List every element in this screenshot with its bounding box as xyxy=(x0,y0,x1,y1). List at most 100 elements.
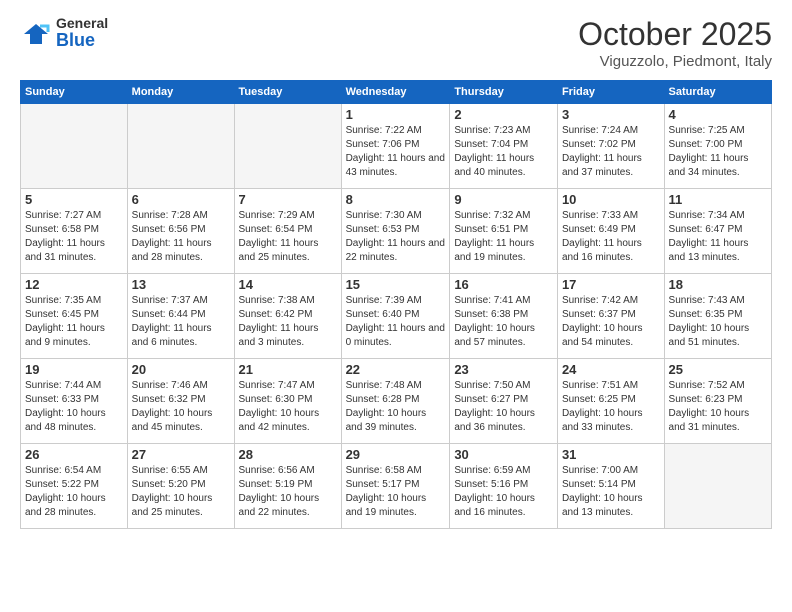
table-row: 5 Sunrise: 7:27 AMSunset: 6:58 PMDaylight… xyxy=(21,189,128,274)
day-info: Sunrise: 7:52 AMSunset: 6:23 PMDaylight:… xyxy=(669,379,767,435)
calendar-week-row: 26Sunrise: 6:54 AMSunset: 5:22 PMDayligh… xyxy=(21,444,772,529)
day-number: 29 xyxy=(346,447,446,462)
day-number: 24 xyxy=(562,362,660,377)
day-number: 27 xyxy=(132,447,230,462)
day-number: 9 xyxy=(454,192,553,207)
day-info: Sunrise: 7:27 AMSunset: 6:58 PMDaylight:… xyxy=(25,209,123,265)
day-number: 21 xyxy=(239,362,337,377)
table-row: 1 Sunrise: 7:22 AMSunset: 7:06 PMDaylight… xyxy=(341,104,450,189)
table-row: 29 Sunrise: 6:58 AMSunset: 5:17 PMDayligh… xyxy=(341,444,450,529)
day-number: 1 xyxy=(346,107,446,122)
table-row: 16Sunrise: 7:41 AMSunset: 6:38 PMDayligh… xyxy=(450,274,558,359)
day-number: 12 xyxy=(25,277,123,292)
day-number: 25 xyxy=(669,362,767,377)
subtitle: Viguzzolo, Piedmont, Italy xyxy=(578,53,772,70)
table-row: 8Sunrise: 7:30 AMSunset: 6:53 PMDaylight… xyxy=(341,189,450,274)
day-number: 31 xyxy=(562,447,660,462)
table-row: 25 Sunrise: 7:52 AMSunset: 6:23 PMDayligh… xyxy=(664,359,771,444)
logo: General Blue xyxy=(20,16,108,51)
day-info: Sunrise: 7:41 AMSunset: 6:38 PMDaylight:… xyxy=(454,294,553,350)
table-row: 15Sunrise: 7:39 AMSunset: 6:40 PMDayligh… xyxy=(341,274,450,359)
day-info: Sunrise: 7:28 AMSunset: 6:56 PMDaylight:… xyxy=(132,209,230,265)
day-info: Sunrise: 6:58 AMSunset: 5:17 PMDaylight:… xyxy=(346,464,446,520)
day-info: Sunrise: 7:34 AMSunset: 6:47 PMDaylight:… xyxy=(669,209,767,265)
day-number: 18 xyxy=(669,277,767,292)
table-row: 11 Sunrise: 7:34 AMSunset: 6:47 PMDayligh… xyxy=(664,189,771,274)
table-row: 17 Sunrise: 7:42 AMSunset: 6:37 PMDayligh… xyxy=(557,274,664,359)
table-row: 14 Sunrise: 7:38 AMSunset: 6:42 PMDayligh… xyxy=(234,274,341,359)
table-row xyxy=(664,444,771,529)
day-info: Sunrise: 7:37 AMSunset: 6:44 PMDaylight:… xyxy=(132,294,230,350)
table-row xyxy=(21,104,128,189)
table-row: 20Sunrise: 7:46 AMSunset: 6:32 PMDayligh… xyxy=(127,359,234,444)
day-info: Sunrise: 7:22 AMSunset: 7:06 PMDaylight:… xyxy=(346,124,446,180)
day-info: Sunrise: 6:59 AMSunset: 5:16 PMDaylight:… xyxy=(454,464,553,520)
table-row xyxy=(234,104,341,189)
day-number: 4 xyxy=(669,107,767,122)
day-info: Sunrise: 6:56 AMSunset: 5:19 PMDaylight:… xyxy=(239,464,337,520)
day-number: 11 xyxy=(669,192,767,207)
calendar-table: Sunday Monday Tuesday Wednesday Thursday… xyxy=(20,80,772,529)
day-number: 17 xyxy=(562,277,660,292)
calendar-header-row: Sunday Monday Tuesday Wednesday Thursday… xyxy=(21,81,772,104)
table-row: 4 Sunrise: 7:25 AMSunset: 7:00 PMDaylight… xyxy=(664,104,771,189)
logo-text: General Blue xyxy=(56,16,108,51)
table-row: 19 Sunrise: 7:44 AMSunset: 6:33 PMDayligh… xyxy=(21,359,128,444)
day-info: Sunrise: 7:39 AMSunset: 6:40 PMDaylight:… xyxy=(346,294,446,350)
day-number: 23 xyxy=(454,362,553,377)
table-row: 18 Sunrise: 7:43 AMSunset: 6:35 PMDayligh… xyxy=(664,274,771,359)
table-row: 9 Sunrise: 7:32 AMSunset: 6:51 PMDaylight… xyxy=(450,189,558,274)
table-row: 26Sunrise: 6:54 AMSunset: 5:22 PMDayligh… xyxy=(21,444,128,529)
month-title: October 2025 xyxy=(578,16,772,53)
day-info: Sunrise: 7:47 AMSunset: 6:30 PMDaylight:… xyxy=(239,379,337,435)
table-row: 24Sunrise: 7:51 AMSunset: 6:25 PMDayligh… xyxy=(557,359,664,444)
header-friday: Friday xyxy=(557,81,664,104)
day-number: 7 xyxy=(239,192,337,207)
table-row: 22 Sunrise: 7:48 AMSunset: 6:28 PMDayligh… xyxy=(341,359,450,444)
table-row: 6 Sunrise: 7:28 AMSunset: 6:56 PMDaylight… xyxy=(127,189,234,274)
day-info: Sunrise: 7:00 AMSunset: 5:14 PMDaylight:… xyxy=(562,464,660,520)
day-info: Sunrise: 7:25 AMSunset: 7:00 PMDaylight:… xyxy=(669,124,767,180)
day-number: 2 xyxy=(454,107,553,122)
table-row xyxy=(127,104,234,189)
title-area: October 2025 Viguzzolo, Piedmont, Italy xyxy=(578,16,772,70)
calendar-week-row: 19 Sunrise: 7:44 AMSunset: 6:33 PMDayligh… xyxy=(21,359,772,444)
day-info: Sunrise: 7:24 AMSunset: 7:02 PMDaylight:… xyxy=(562,124,660,180)
table-row: 30 Sunrise: 6:59 AMSunset: 5:16 PMDayligh… xyxy=(450,444,558,529)
table-row: 23 Sunrise: 7:50 AMSunset: 6:27 PMDayligh… xyxy=(450,359,558,444)
day-number: 14 xyxy=(239,277,337,292)
header-saturday: Saturday xyxy=(664,81,771,104)
header: General Blue October 2025 Viguzzolo, Pie… xyxy=(20,16,772,70)
day-info: Sunrise: 7:50 AMSunset: 6:27 PMDaylight:… xyxy=(454,379,553,435)
header-wednesday: Wednesday xyxy=(341,81,450,104)
table-row: 3 Sunrise: 7:24 AMSunset: 7:02 PMDaylight… xyxy=(557,104,664,189)
day-info: Sunrise: 7:43 AMSunset: 6:35 PMDaylight:… xyxy=(669,294,767,350)
day-number: 6 xyxy=(132,192,230,207)
day-info: Sunrise: 7:46 AMSunset: 6:32 PMDaylight:… xyxy=(132,379,230,435)
day-number: 5 xyxy=(25,192,123,207)
day-number: 3 xyxy=(562,107,660,122)
header-tuesday: Tuesday xyxy=(234,81,341,104)
table-row: 27Sunrise: 6:55 AMSunset: 5:20 PMDayligh… xyxy=(127,444,234,529)
day-info: Sunrise: 7:48 AMSunset: 6:28 PMDaylight:… xyxy=(346,379,446,435)
day-info: Sunrise: 7:23 AMSunset: 7:04 PMDaylight:… xyxy=(454,124,553,180)
day-number: 26 xyxy=(25,447,123,462)
day-number: 22 xyxy=(346,362,446,377)
table-row: 12Sunrise: 7:35 AMSunset: 6:45 PMDayligh… xyxy=(21,274,128,359)
logo-general-text: General xyxy=(56,16,108,31)
day-info: Sunrise: 7:32 AMSunset: 6:51 PMDaylight:… xyxy=(454,209,553,265)
day-info: Sunrise: 7:33 AMSunset: 6:49 PMDaylight:… xyxy=(562,209,660,265)
day-info: Sunrise: 7:42 AMSunset: 6:37 PMDaylight:… xyxy=(562,294,660,350)
header-thursday: Thursday xyxy=(450,81,558,104)
day-number: 30 xyxy=(454,447,553,462)
table-row: 21 Sunrise: 7:47 AMSunset: 6:30 PMDayligh… xyxy=(234,359,341,444)
table-row: 28Sunrise: 6:56 AMSunset: 5:19 PMDayligh… xyxy=(234,444,341,529)
day-info: Sunrise: 7:30 AMSunset: 6:53 PMDaylight:… xyxy=(346,209,446,265)
logo-icon xyxy=(20,18,52,50)
table-row: 2 Sunrise: 7:23 AMSunset: 7:04 PMDaylight… xyxy=(450,104,558,189)
day-info: Sunrise: 7:38 AMSunset: 6:42 PMDaylight:… xyxy=(239,294,337,350)
day-info: Sunrise: 7:44 AMSunset: 6:33 PMDaylight:… xyxy=(25,379,123,435)
day-number: 19 xyxy=(25,362,123,377)
header-monday: Monday xyxy=(127,81,234,104)
page: General Blue October 2025 Viguzzolo, Pie… xyxy=(0,0,792,612)
